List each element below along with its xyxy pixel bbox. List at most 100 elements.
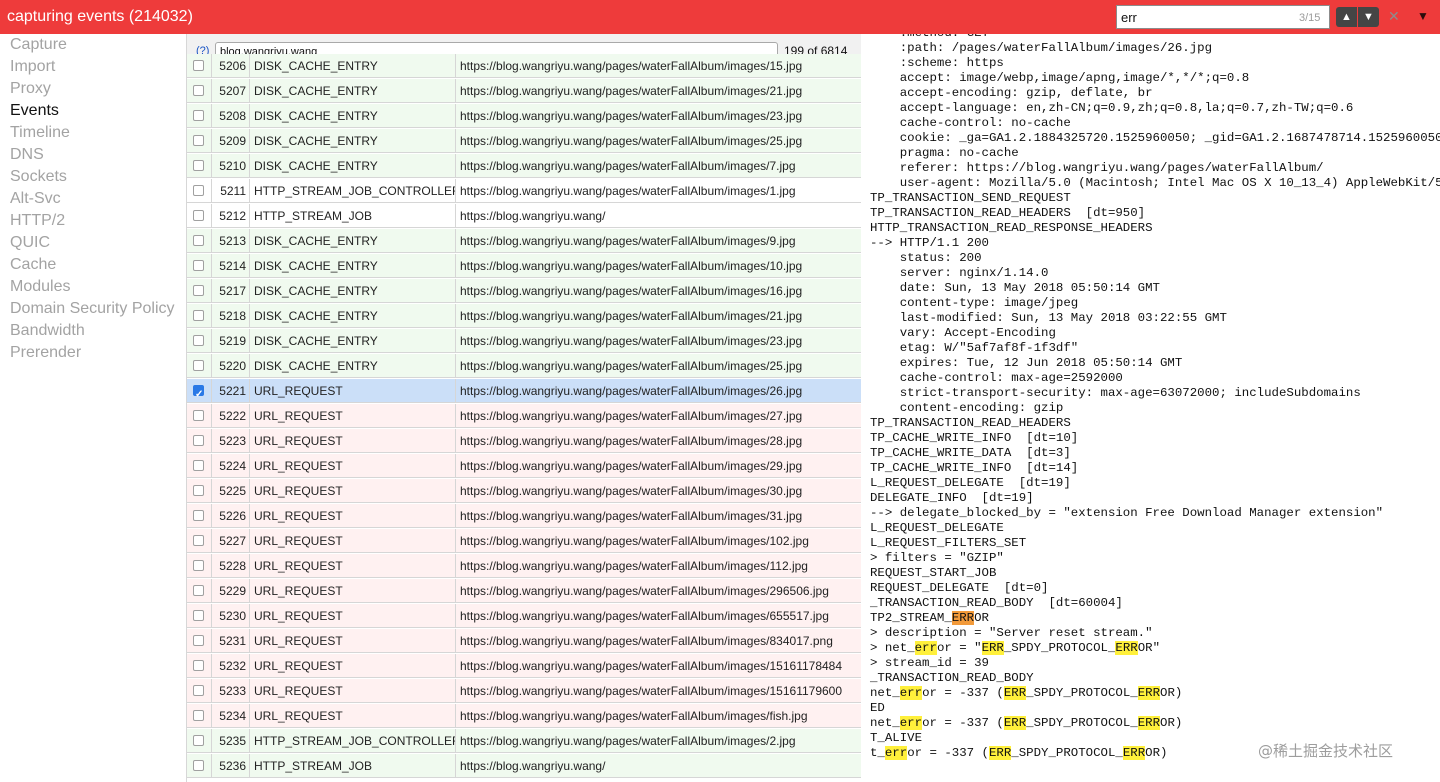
table-row[interactable]: 5212 HTTP_STREAM_JOB https://blog.wangriyu… [187,204,861,228]
table-row[interactable]: 5226 URL_REQUEST https://blog.wangriyu.wan… [187,504,861,528]
sidebar-item-events[interactable]: Events [10,102,59,120]
sidebar-item-cache[interactable]: Cache [10,256,56,274]
log-line: > description = "Server reset stream." [870,626,1153,641]
sidebar-item-import[interactable]: Import [10,58,55,76]
table-row[interactable]: 5220 DISK_CACHE_ENTRY https://blog.wangriy… [187,354,861,378]
row-checkbox[interactable] [193,335,204,346]
row-checkbox[interactable] [193,210,204,221]
row-checkbox[interactable] [193,110,204,121]
table-row[interactable]: 5228 URL_REQUEST https://blog.wangriyu.wan… [187,554,861,578]
table-row[interactable]: 5230 URL_REQUEST https://blog.wangriyu.wan… [187,604,861,628]
row-checkbox[interactable] [193,735,204,746]
row-checkbox[interactable] [193,185,204,196]
row-checkbox[interactable] [193,635,204,646]
sidebar-item-modules[interactable]: Modules [10,278,70,296]
row-checkbox[interactable] [193,485,204,496]
sidebar-item-timeline[interactable]: Timeline [10,124,70,142]
log-line: REQUEST_DELEGATE [dt=0] [870,581,1048,596]
log-text: TP_TRANSACTION_READ_HEADERS [870,416,1071,430]
row-checkbox[interactable] [193,460,204,471]
sidebar-item-proxy[interactable]: Proxy [10,80,51,98]
table-row[interactable]: 5236 HTTP_STREAM_JOB https://blog.wangriyu… [187,754,861,778]
sidebar-item-http-2[interactable]: HTTP/2 [10,212,65,230]
find-bar: 3/15 ▲ ▼ ✕ [1116,3,1406,31]
table-row[interactable]: 5214 DISK_CACHE_ENTRY https://blog.wangriy… [187,254,861,278]
row-checkbox[interactable] [193,235,204,246]
row-checkbox-cell [187,654,212,678]
row-checkbox-cell [187,279,212,303]
sidebar-item-sockets[interactable]: Sockets [10,168,67,186]
sidebar-item-domain-security-policy[interactable]: Domain Security Policy [10,300,175,318]
log-line: accept: image/webp,image/apng,image/*,*/… [870,71,1249,86]
row-checkbox[interactable] [193,610,204,621]
sidebar-item-alt-svc[interactable]: Alt-Svc [10,190,61,208]
row-checkbox[interactable] [193,510,204,521]
find-input[interactable] [1116,5,1330,29]
row-checkbox[interactable] [193,85,204,96]
log-text: _TRANSACTION_READ_BODY [870,671,1034,685]
row-checkbox[interactable] [193,685,204,696]
row-checkbox[interactable] [193,60,204,71]
row-checkbox[interactable] [193,410,204,421]
row-checkbox[interactable] [193,260,204,271]
table-row[interactable]: 5221URL_REQUEST https://blog.wangriyu.wan… [187,379,861,403]
row-checkbox[interactable] [193,285,204,296]
row-checkbox[interactable] [193,560,204,571]
table-row[interactable]: 5207 DISK_CACHE_ENTRY https://blog.wangriy… [187,79,861,103]
sidebar-item-prerender[interactable]: Prerender [10,344,81,362]
sidebar-item-capture[interactable]: Capture [10,36,67,54]
table-row[interactable]: 5206 DISK_CACHE_ENTRY https://blog.wangriy… [187,54,861,78]
row-checkbox[interactable] [193,310,204,321]
table-row[interactable]: 5211 HTTP_STREAM_JOB_CONTROLLER https://bl… [187,179,861,203]
log-text: net_ [870,716,900,730]
row-checkbox[interactable] [193,585,204,596]
row-checkbox[interactable] [193,135,204,146]
row-checkbox[interactable] [193,160,204,171]
row-checkbox[interactable] [193,710,204,721]
table-row[interactable]: 5219 DISK_CACHE_ENTRY https://blog.wangriy… [187,329,861,353]
table-row[interactable]: 5231 URL_REQUEST https://blog.wangriyu.wan… [187,629,861,653]
event-description: https://blog.wangriyu.wang/ [460,759,606,773]
sidebar-item-bandwidth[interactable]: Bandwidth [10,322,85,340]
table-row[interactable]: 5234 URL_REQUEST https://blog.wangriyu.wan… [187,704,861,728]
table-row[interactable]: 5208 DISK_CACHE_ENTRY https://blog.wangriy… [187,104,861,128]
log-line: last-modified: Sun, 13 May 2018 03:22:55… [870,311,1227,326]
table-row[interactable]: 5233 URL_REQUEST https://blog.wangriyu.wan… [187,679,861,703]
log-text: TP_CACHE_WRITE_INFO [dt=10] [870,431,1079,445]
table-row[interactable]: 5224 URL_REQUEST https://blog.wangriyu.wan… [187,454,861,478]
row-checkbox[interactable] [193,660,204,671]
event-description: https://blog.wangriyu.wang/pages/waterFa… [460,659,843,673]
search-match: ERR [1137,716,1161,730]
chevron-down-icon[interactable]: ▼ [1358,7,1379,27]
log-text: or = " [936,641,982,655]
log-line: date: Sun, 13 May 2018 05:50:14 GMT [870,281,1160,296]
table-row[interactable]: 5217 DISK_CACHE_ENTRY https://blog.wangriy… [187,279,861,303]
sidebar-item-quic[interactable]: QUIC [10,234,50,252]
event-id: 5227 [212,529,250,553]
table-row[interactable]: 5227 URL_REQUEST https://blog.wangriyu.wan… [187,529,861,553]
log-text: user-agent: Mozilla/5.0 (Macintosh; Inte… [870,176,1440,190]
sidebar-item-dns[interactable]: DNS [10,146,44,164]
row-checkbox[interactable] [193,435,204,446]
log-line: t_error = -337 (ERR_SPDY_PROTOCOL_ERROR) [870,746,1167,761]
row-checkbox[interactable] [193,760,204,771]
table-row[interactable]: 5210 DISK_CACHE_ENTRY https://blog.wangriy… [187,154,861,178]
table-row[interactable]: 5223 URL_REQUEST https://blog.wangriyu.wan… [187,429,861,453]
row-checkbox[interactable] [193,535,204,546]
event-description: https://blog.wangriyu.wang/pages/waterFa… [460,309,803,323]
close-icon[interactable]: ✕ [1388,8,1400,25]
table-row[interactable]: 5213 DISK_CACHE_ENTRY https://blog.wangriy… [187,229,861,253]
row-checkbox[interactable] [193,383,204,403]
table-row[interactable]: 5222 URL_REQUEST https://blog.wangriyu.wan… [187,404,861,428]
caret-down-icon[interactable]: ▼ [1417,9,1429,23]
table-row[interactable]: 5209 DISK_CACHE_ENTRY https://blog.wangriy… [187,129,861,153]
log-text: net_ [870,686,900,700]
table-row[interactable]: 5229 URL_REQUEST https://blog.wangriyu.wan… [187,579,861,603]
table-row[interactable]: 5225 URL_REQUEST https://blog.wangriyu.wan… [187,479,861,503]
row-checkbox-cell [187,229,212,253]
table-row[interactable]: 5232 URL_REQUEST https://blog.wangriyu.wan… [187,654,861,678]
table-row[interactable]: 5218 DISK_CACHE_ENTRY https://blog.wangriy… [187,304,861,328]
chevron-up-icon[interactable]: ▲ [1336,7,1357,27]
table-row[interactable]: 5235 HTTP_STREAM_JOB_CONTROLLER https://bl… [187,729,861,753]
row-checkbox[interactable] [193,360,204,371]
